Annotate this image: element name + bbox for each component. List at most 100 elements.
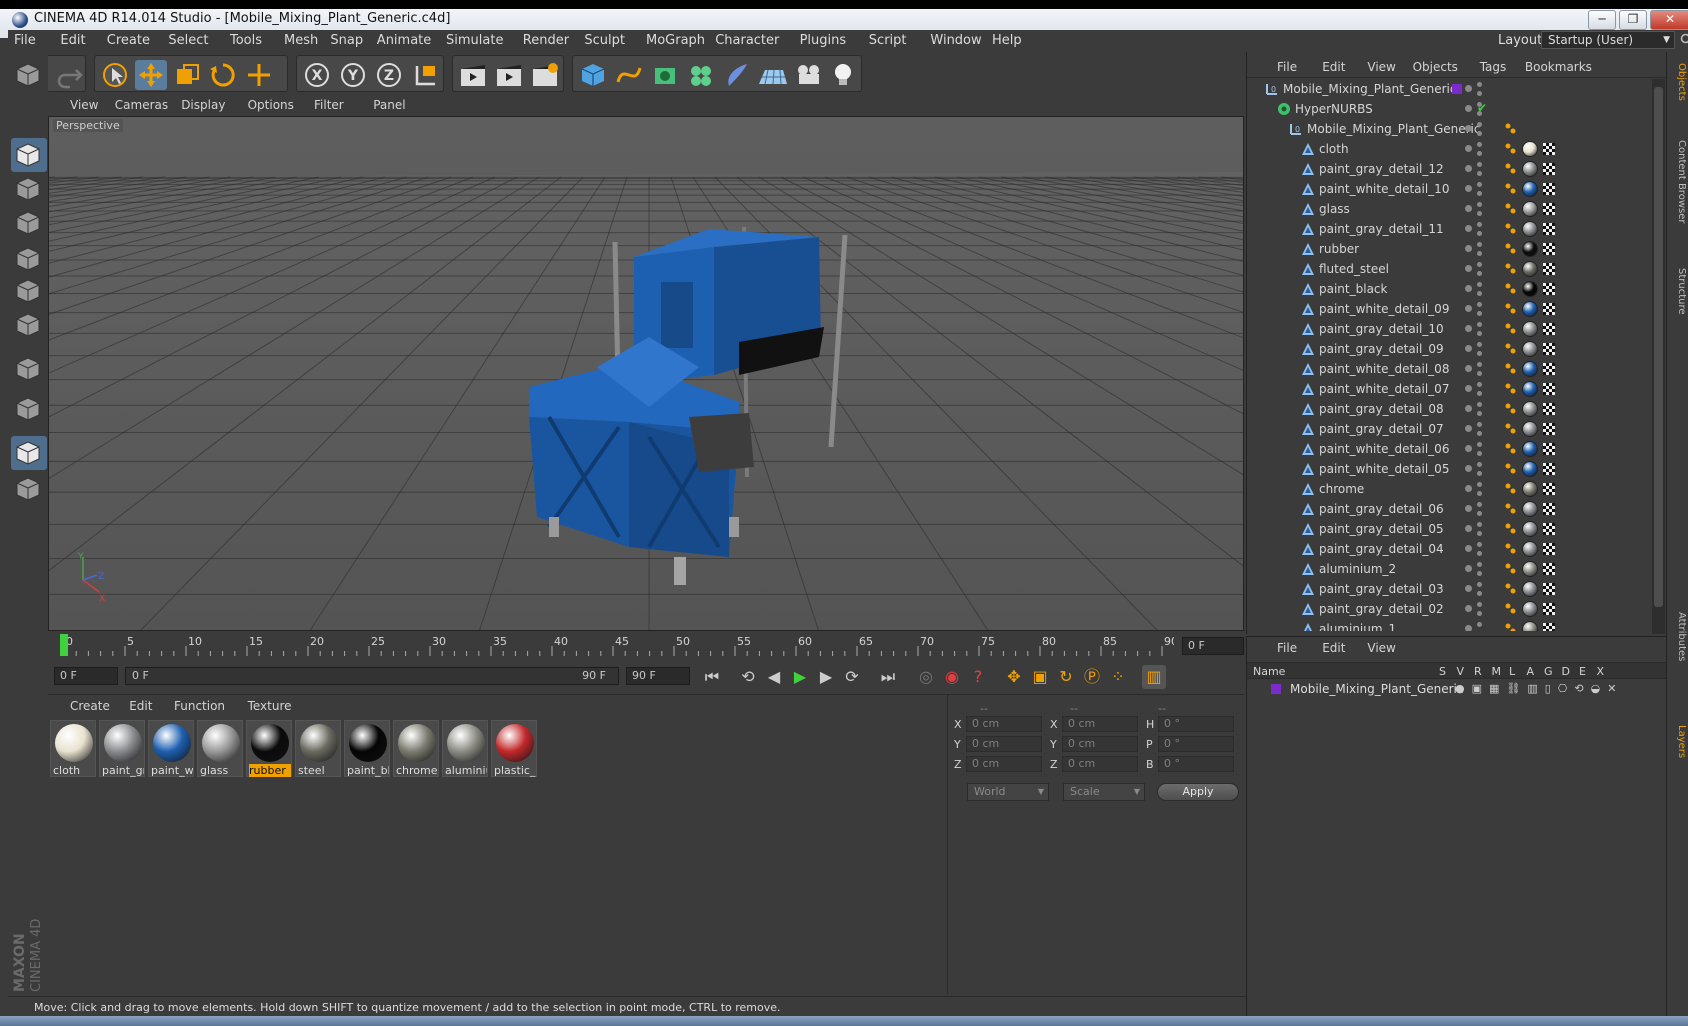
editor-visibility-dot[interactable] [1465, 265, 1472, 272]
editor-visibility-dot[interactable] [1465, 585, 1472, 592]
editor-visibility-dot[interactable] [1465, 545, 1472, 552]
phong-tag-icon[interactable] [1505, 323, 1517, 335]
coordinate-system-icon[interactable] [409, 60, 441, 90]
perspective-viewport[interactable]: Y X Z Perspective [48, 116, 1244, 631]
phong-tag-icon[interactable] [1505, 163, 1517, 175]
material-swatch[interactable]: chrome [393, 720, 439, 777]
camera-icon[interactable] [793, 60, 825, 90]
x-axis-icon[interactable]: X [301, 60, 333, 90]
keyframe-selection-icon[interactable]: ? [966, 665, 990, 689]
menu-mograph[interactable]: MoGraph [646, 33, 705, 48]
render-visibility-dot[interactable] [1477, 251, 1482, 256]
phong-tag-icon[interactable] [1505, 343, 1517, 355]
editor-visibility-dot[interactable] [1465, 425, 1472, 432]
uvw-tag-icon[interactable] [1543, 343, 1555, 355]
maximize-button[interactable]: ❐ [1619, 10, 1647, 30]
current-frame-field[interactable]: 0 F [1182, 637, 1244, 655]
timeline-ruler[interactable]: 051015202530354045505560657075808590 0 F [48, 632, 1244, 660]
scale-select[interactable]: Scale ▼ [1063, 783, 1145, 801]
render-visibility-dot[interactable] [1477, 362, 1482, 367]
material-tag-icon[interactable] [1522, 401, 1538, 417]
viewport-menu-cameras[interactable]: Cameras [115, 98, 168, 112]
rotation-field[interactable]: 0 ° [1158, 736, 1234, 752]
render-visibility-dot[interactable] [1477, 522, 1482, 527]
tweak-mode-icon[interactable] [11, 392, 47, 426]
menu-animate[interactable]: Animate [377, 33, 431, 48]
rotation-field[interactable]: 0 ° [1158, 756, 1234, 772]
phong-tag-icon[interactable] [1505, 263, 1517, 275]
workplane-mode-icon[interactable] [11, 206, 47, 240]
phong-tag-icon[interactable] [1505, 523, 1517, 535]
editor-visibility-dot[interactable] [1465, 365, 1472, 372]
material-tag-icon[interactable] [1522, 501, 1538, 517]
object-row[interactable]: chrome [1247, 479, 1651, 499]
layer-column-v[interactable]: V [1457, 665, 1465, 678]
material-tag-icon[interactable] [1522, 481, 1538, 497]
render-visibility-dot[interactable] [1477, 322, 1482, 327]
render-visibility-dot[interactable] [1477, 262, 1482, 267]
edges-mode-icon[interactable] [11, 274, 47, 308]
material-swatch[interactable]: aluminiu [442, 720, 488, 777]
render-visibility-dot[interactable] [1477, 351, 1482, 356]
uvw-tag-icon[interactable] [1543, 523, 1555, 535]
close-button[interactable]: ✕ [1650, 10, 1688, 30]
record-keys-icon[interactable]: ◎ [914, 665, 938, 689]
snap-icon[interactable] [11, 436, 47, 470]
object-row[interactable]: paint_gray_detail_12 [1247, 159, 1651, 179]
redo-icon[interactable] [53, 60, 85, 90]
phong-tag-icon[interactable] [1505, 363, 1517, 375]
object-menu-bookmarks[interactable]: Bookmarks [1525, 60, 1592, 74]
editor-visibility-dot[interactable] [1465, 465, 1472, 472]
menu-file[interactable]: File [14, 33, 36, 48]
render-visibility-dot[interactable] [1477, 191, 1482, 196]
render-visibility-dot[interactable] [1477, 462, 1482, 467]
material-tag-icon[interactable] [1522, 301, 1538, 317]
viewport-menu-panel[interactable]: Panel [373, 98, 405, 112]
object-row[interactable]: HyperNURBS ✔ [1247, 99, 1651, 119]
render-visibility-dot[interactable] [1477, 602, 1482, 607]
object-row[interactable]: paint_gray_detail_10 [1247, 319, 1651, 339]
object-row[interactable]: paint_white_detail_07 [1247, 379, 1651, 399]
render-visibility-dot[interactable] [1477, 222, 1482, 227]
phong-tag-icon[interactable] [1505, 503, 1517, 515]
material-menu-function[interactable]: Function [174, 699, 225, 713]
rotate-icon[interactable] [207, 60, 239, 90]
material-tag-icon[interactable] [1522, 261, 1538, 277]
menu-create[interactable]: Create [107, 33, 150, 48]
render-visibility-dot[interactable] [1477, 562, 1482, 567]
render-visibility-dot[interactable] [1477, 211, 1482, 216]
uvw-tag-icon[interactable] [1543, 403, 1555, 415]
object-row[interactable]: glass [1247, 199, 1651, 219]
material-swatch[interactable]: paint_gr [99, 720, 145, 777]
uvw-tag-icon[interactable] [1543, 483, 1555, 495]
material-tag-icon[interactable] [1522, 281, 1538, 297]
object-menu-edit[interactable]: Edit [1322, 60, 1345, 74]
render-visibility-dot[interactable] [1477, 591, 1482, 596]
preview-range-slider[interactable]: 0 F 90 F [125, 667, 619, 685]
object-row[interactable]: paint_gray_detail_04 [1247, 539, 1651, 559]
uvw-tag-icon[interactable] [1543, 363, 1555, 375]
uvw-tag-icon[interactable] [1543, 583, 1555, 595]
render-visibility-dot[interactable] [1477, 142, 1482, 147]
object-menu-file[interactable]: File [1277, 60, 1297, 74]
material-tag-icon[interactable] [1522, 621, 1538, 631]
material-tag-icon[interactable] [1522, 561, 1538, 577]
make-editable-icon[interactable] [11, 58, 47, 92]
phong-tag-icon[interactable] [1505, 423, 1517, 435]
render-visibility-dot[interactable] [1477, 542, 1482, 547]
phong-tag-icon[interactable] [1505, 463, 1517, 475]
uvw-tag-icon[interactable] [1543, 543, 1555, 555]
object-row[interactable]: 0 Mobile_Mixing_Plant_Generic [1247, 79, 1651, 99]
texture-mode-icon[interactable] [11, 172, 47, 206]
render-visibility-dot[interactable] [1477, 182, 1482, 187]
key-parameter-icon[interactable]: Ⓟ [1080, 665, 1104, 689]
menu-tools[interactable]: Tools [230, 33, 262, 48]
material-swatch[interactable]: rubber [246, 720, 292, 777]
move-icon[interactable] [135, 60, 167, 90]
material-tag-icon[interactable] [1522, 221, 1538, 237]
render-visibility-dot[interactable] [1477, 271, 1482, 276]
editor-visibility-dot[interactable] [1465, 525, 1472, 532]
apply-button[interactable]: Apply [1157, 783, 1239, 801]
render-visibility-dot[interactable] [1477, 231, 1482, 236]
layer-row[interactable]: Mobile_Mixing_Plant_Generic ●▣▦⛓▥▯⎔⟲◒✕ [1255, 681, 1655, 699]
